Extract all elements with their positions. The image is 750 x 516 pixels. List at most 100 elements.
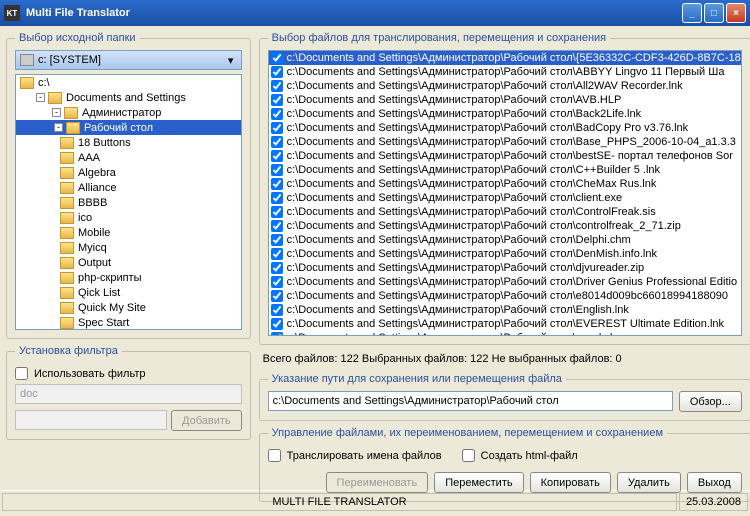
translit-checkbox[interactable] (268, 449, 281, 462)
file-checkbox[interactable] (271, 52, 283, 64)
file-item[interactable]: c:\Documents and Settings\Администратор\… (269, 275, 741, 289)
file-checkbox[interactable] (271, 136, 283, 148)
expander-icon[interactable]: - (36, 93, 45, 102)
file-item[interactable]: c:\Documents and Settings\Администратор\… (269, 149, 741, 163)
file-checkbox[interactable] (271, 332, 283, 336)
file-item[interactable]: c:\Documents and Settings\Администратор\… (269, 51, 741, 65)
file-item[interactable]: c:\Documents and Settings\Администратор\… (269, 177, 741, 191)
file-item[interactable]: c:\Documents and Settings\Администратор\… (269, 79, 741, 93)
tree-item[interactable]: Algebra (16, 165, 241, 180)
file-checkbox[interactable] (271, 276, 283, 288)
rename-button[interactable]: Переименовать (326, 472, 429, 493)
file-item[interactable]: c:\Documents and Settings\Администратор\… (269, 163, 741, 177)
file-item[interactable]: c:\Documents and Settings\Администратор\… (269, 107, 741, 121)
folder-tree[interactable]: c:\-Documents and Settings-Администратор… (15, 74, 242, 330)
tree-item[interactable]: BBBB (16, 195, 241, 210)
file-item[interactable]: c:\Documents and Settings\Администратор\… (269, 135, 741, 149)
file-path: c:\Documents and Settings\Администратор\… (287, 136, 736, 148)
tree-item[interactable]: php-скрипты (16, 270, 241, 285)
folder-icon (20, 77, 34, 89)
file-item[interactable]: c:\Documents and Settings\Администратор\… (269, 261, 741, 275)
expander-icon[interactable]: - (54, 123, 63, 132)
tree-item[interactable]: Quick My Site (16, 300, 241, 315)
file-path: c:\Documents and Settings\Администратор\… (287, 220, 681, 232)
statusbar: MULTI FILE TRANSLATOR 25.03.2008 (0, 490, 750, 512)
file-checkbox[interactable] (271, 150, 283, 162)
delete-button[interactable]: Удалить (617, 472, 681, 493)
copy-button[interactable]: Копировать (530, 472, 611, 493)
file-path: c:\Documents and Settings\Администратор\… (287, 248, 657, 260)
app-icon: KT (4, 5, 20, 21)
tree-item-label: Qick List (78, 287, 120, 299)
source-folder-legend: Выбор исходной папки (15, 32, 140, 44)
file-checkbox[interactable] (271, 108, 283, 120)
file-item[interactable]: c:\Documents and Settings\Администратор\… (269, 205, 741, 219)
tree-item-label: BBBB (78, 197, 107, 209)
file-checkbox[interactable] (271, 192, 283, 204)
file-path: c:\Documents and Settings\Администратор\… (287, 66, 725, 78)
file-checkbox[interactable] (271, 80, 283, 92)
file-checkbox[interactable] (271, 122, 283, 134)
tree-item[interactable]: -Администратор (16, 105, 241, 120)
browse-button[interactable]: Обзор... (679, 391, 742, 412)
move-button[interactable]: Переместить (434, 472, 523, 493)
file-checkbox[interactable] (271, 290, 283, 302)
file-item[interactable]: c:\Documents and Settings\Администратор\… (269, 303, 741, 317)
file-item[interactable]: c:\Documents and Settings\Администратор\… (269, 317, 741, 331)
tree-item[interactable]: Spec Start (16, 315, 241, 330)
file-checkbox[interactable] (271, 206, 283, 218)
translit-label: Транслировать имена файлов (287, 450, 442, 462)
file-checkbox[interactable] (271, 94, 283, 106)
file-item[interactable]: c:\Documents and Settings\Администратор\… (269, 331, 741, 336)
use-filter-checkbox[interactable] (15, 367, 28, 380)
tree-item[interactable]: c:\ (16, 75, 241, 90)
file-item[interactable]: c:\Documents and Settings\Администратор\… (269, 93, 741, 107)
file-item[interactable]: c:\Documents and Settings\Администратор\… (269, 289, 741, 303)
file-checkbox[interactable] (271, 304, 283, 316)
file-checkbox[interactable] (271, 66, 283, 78)
tree-item[interactable]: 18 Buttons (16, 135, 241, 150)
path-input[interactable] (268, 391, 673, 411)
file-item[interactable]: c:\Documents and Settings\Администратор\… (269, 219, 741, 233)
file-item[interactable]: c:\Documents and Settings\Администратор\… (269, 121, 741, 135)
chevron-down-icon: ▾ (223, 54, 239, 67)
file-item[interactable]: c:\Documents and Settings\Администратор\… (269, 65, 741, 79)
tree-item-label: 18 Buttons (78, 137, 131, 149)
html-checkbox[interactable] (462, 449, 475, 462)
maximize-button[interactable]: □ (704, 3, 724, 23)
expander-icon[interactable]: - (52, 108, 61, 117)
tree-item[interactable]: Qick List (16, 285, 241, 300)
file-checkbox[interactable] (271, 248, 283, 260)
file-item[interactable]: c:\Documents and Settings\Администратор\… (269, 233, 741, 247)
filter-select[interactable]: doc (15, 384, 242, 404)
file-select-legend: Выбор файлов для транслирования, перемещ… (268, 32, 611, 44)
tree-item[interactable]: Output (16, 255, 241, 270)
file-checkbox[interactable] (271, 178, 283, 190)
tree-item[interactable]: ico (16, 210, 241, 225)
tree-item[interactable]: AAA (16, 150, 241, 165)
file-item[interactable]: c:\Documents and Settings\Администратор\… (269, 247, 741, 261)
exit-button[interactable]: Выход (687, 472, 742, 493)
file-checkbox[interactable] (271, 220, 283, 232)
file-checkbox[interactable] (271, 318, 283, 330)
minimize-button[interactable]: _ (682, 3, 702, 23)
file-checkbox[interactable] (271, 234, 283, 246)
tree-item[interactable]: - Documents and Settings (16, 90, 241, 105)
close-button[interactable]: × (726, 3, 746, 23)
file-path: c:\Documents and Settings\Администратор\… (287, 318, 724, 330)
tree-item-label: Myicq (78, 242, 107, 254)
tree-item-label: Documents and Settings (66, 92, 186, 104)
tree-item[interactable]: Myicq (16, 240, 241, 255)
tree-item-label: AAA (78, 152, 100, 164)
tree-item[interactable]: -Рабочий стол (16, 120, 241, 135)
file-checkbox[interactable] (271, 164, 283, 176)
tree-item[interactable]: Mobile (16, 225, 241, 240)
folder-icon (60, 197, 74, 209)
file-checkbox[interactable] (271, 262, 283, 274)
drive-icon (20, 54, 34, 66)
file-list[interactable]: c:\Documents and Settings\Администратор\… (268, 50, 742, 336)
file-item[interactable]: c:\Documents and Settings\Администратор\… (269, 191, 741, 205)
drive-select[interactable]: c: [SYSTEM] ▾ (15, 50, 242, 70)
add-filter-button[interactable]: Добавить (171, 410, 242, 431)
tree-item[interactable]: Alliance (16, 180, 241, 195)
